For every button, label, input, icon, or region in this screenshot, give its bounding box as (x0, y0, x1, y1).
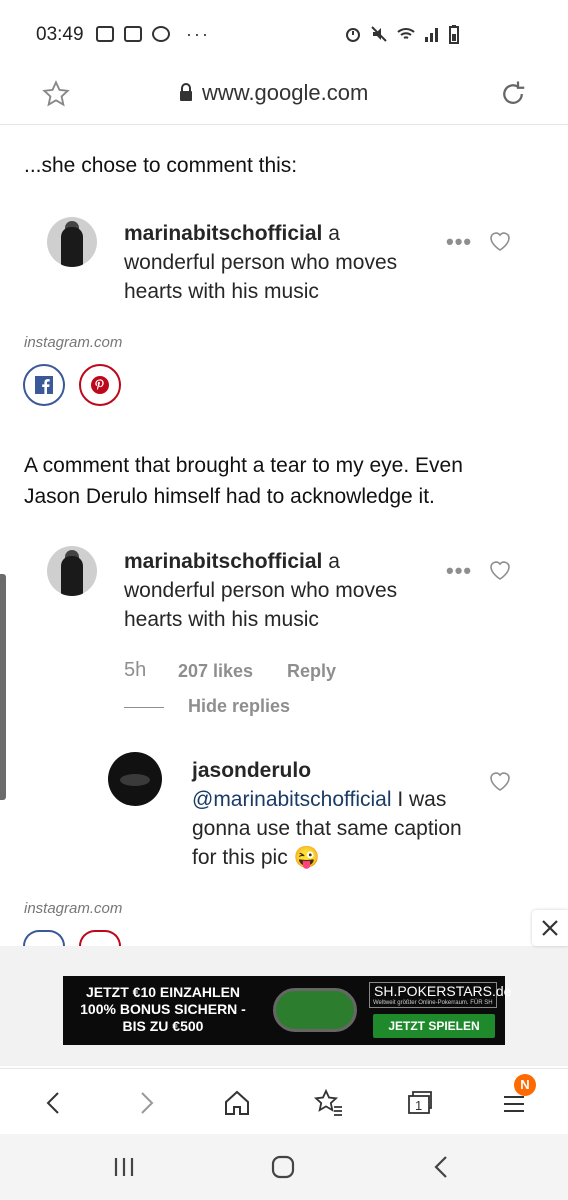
back-icon[interactable] (34, 1083, 74, 1123)
tripadvisor-icon (152, 26, 170, 42)
reply-button[interactable]: Reply (287, 661, 336, 682)
signal-icon (425, 28, 438, 42)
article-heading-2: A comment that brought a tear to my eye.… (24, 450, 463, 512)
comment-username[interactable]: marinabitschofficial (124, 222, 322, 245)
pinterest-share-button[interactable] (79, 364, 121, 406)
forward-icon[interactable] (126, 1083, 166, 1123)
pinterest-share-button[interactable] (79, 930, 121, 946)
more-options-icon[interactable]: ••• (446, 558, 472, 584)
status-bar: 03:49 ··· (0, 0, 568, 64)
tabs-count: 1 (415, 1098, 423, 1113)
status-time: 03:49 (36, 24, 84, 45)
mute-icon (371, 26, 387, 42)
alarm-icon (346, 28, 360, 42)
ad-line-2: 100% BONUS SICHERN - (80, 1001, 246, 1017)
facebook-icon (35, 376, 53, 394)
home-icon[interactable] (217, 1083, 257, 1123)
comment-text: marinabitschofficial a wonderful person … (124, 547, 424, 634)
hide-replies-button[interactable]: Hide replies (188, 696, 290, 717)
embed-source: instagram.com (24, 900, 123, 917)
replies-divider (124, 707, 164, 708)
facebook-share-button[interactable] (23, 364, 65, 406)
home-nav-icon[interactable] (270, 1154, 296, 1180)
star-app-icon (124, 26, 142, 42)
ad-line-3: BIS ZU €500 (122, 1018, 204, 1034)
gallery-icon (96, 26, 114, 42)
notification-icons: ··· (96, 24, 210, 44)
ad-close-button[interactable] (532, 910, 568, 946)
close-icon (542, 920, 558, 936)
heart-icon[interactable] (488, 770, 512, 792)
url-text: www.google.com (202, 80, 369, 105)
bookmarks-icon[interactable] (308, 1083, 348, 1123)
new-badge: N (514, 1074, 536, 1096)
address-bar: www.google.com (0, 64, 568, 125)
reply-avatar[interactable] (108, 752, 162, 806)
poker-table-image (273, 988, 357, 1032)
battery-icon (449, 25, 459, 44)
heart-icon[interactable] (488, 559, 512, 581)
reply-mention[interactable]: @marinabitschofficial (192, 788, 392, 811)
heart-icon[interactable] (488, 230, 512, 252)
scroll-indicator[interactable] (0, 574, 6, 800)
pinterest-icon (91, 376, 109, 394)
reload-icon[interactable] (498, 79, 528, 109)
lock-icon (180, 83, 192, 101)
article-heading-1: ...she chose to comment this: (24, 154, 298, 177)
recent-apps-icon[interactable] (112, 1156, 136, 1178)
browser-toolbar: 1 (0, 1068, 568, 1135)
likes-count[interactable]: 207 likes (178, 661, 253, 682)
ad-logo-sub: Weltweit größter Online-Pokerraum. FÜR S… (373, 1000, 493, 1006)
avatar[interactable] (47, 217, 97, 267)
system-nav-bar (0, 1134, 568, 1200)
ad-banner[interactable]: JETZT €10 EINZAHLEN 100% BONUS SICHERN -… (63, 976, 511, 1045)
system-icons (344, 24, 460, 44)
bookmark-star-icon[interactable] (42, 80, 70, 108)
comment-text: marinabitschofficial a wonderful person … (124, 219, 424, 306)
ad-cta-button[interactable]: JETZT SPIELEN (373, 1014, 495, 1038)
avatar[interactable] (47, 546, 97, 596)
comment-time: 5h (124, 659, 147, 681)
embed-source: instagram.com (24, 334, 123, 351)
article-heading-2-line1: A comment that brought a tear to my eye.… (24, 454, 463, 477)
facebook-share-button[interactable] (23, 930, 65, 946)
more-options-icon[interactable]: ••• (446, 229, 472, 255)
reply-username[interactable]: jasonderulo (192, 756, 482, 785)
more-notifications-icon: ··· (186, 24, 210, 44)
wifi-icon (397, 28, 415, 39)
ad-headline: JETZT €10 EINZAHLEN 100% BONUS SICHERN -… (63, 984, 263, 1035)
tabs-button[interactable]: 1 (400, 1083, 440, 1123)
url-field[interactable]: www.google.com (178, 80, 368, 106)
ad-line-1: JETZT €10 EINZAHLEN (85, 984, 241, 1000)
comment-username[interactable]: marinabitschofficial (124, 550, 322, 573)
reply-text: jasonderulo @marinabitschofficial I was … (192, 756, 482, 872)
back-nav-icon[interactable] (430, 1154, 454, 1180)
article-heading-2-line2: Jason Derulo himself had to acknowledge … (24, 485, 435, 508)
